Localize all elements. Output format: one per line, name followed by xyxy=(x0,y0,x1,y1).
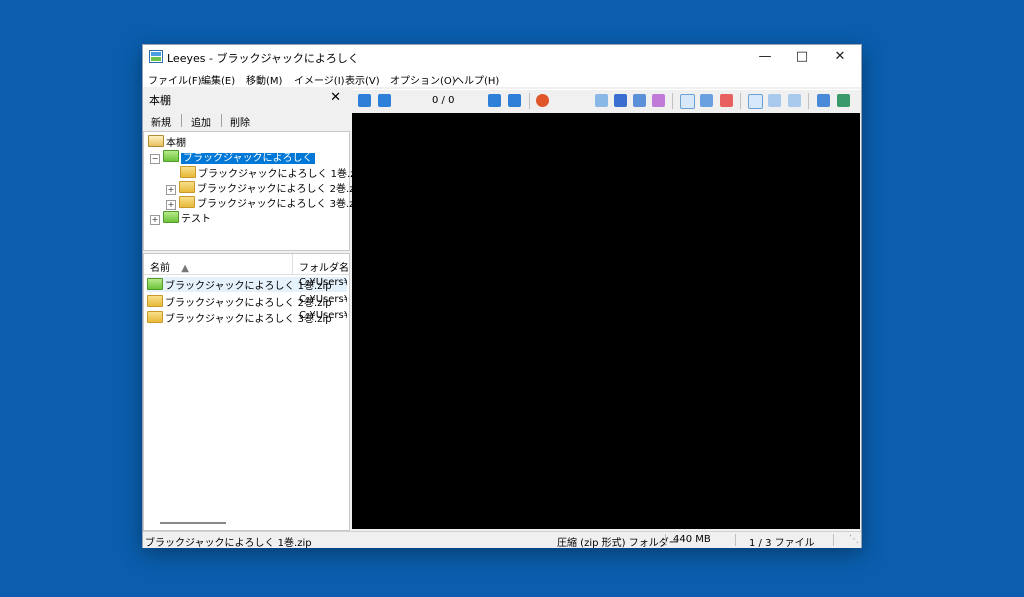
bookshelf-tree: 本棚 − ブラックジャックによろしく ブラックジャックによろしく 1巻.zip +… xyxy=(143,131,365,251)
expand-icon[interactable]: + xyxy=(150,215,160,225)
list-row[interactable]: ブラックジャックによろしく 3巻.zip C:¥Users¥a xyxy=(147,310,347,325)
menu-view[interactable]: 表示(V) xyxy=(345,72,380,87)
menu-options[interactable]: オプション(O) xyxy=(390,72,456,87)
collapse-icon[interactable]: − xyxy=(150,154,160,164)
status-file: ブラックジャックによろしく 1巻.zip xyxy=(145,538,312,549)
fit-window-icon[interactable] xyxy=(680,94,695,109)
minimize-button[interactable]: — xyxy=(746,45,784,69)
folder-icon xyxy=(163,211,179,223)
zip-folder-icon xyxy=(147,295,163,307)
tree-label: ブラックジャックによろしく xyxy=(181,153,315,164)
list-row[interactable]: ブラックジャックによろしく 1巻.zip C:¥Users¥a xyxy=(147,277,347,292)
zip-folder-icon xyxy=(179,196,195,208)
menu-move[interactable]: 移動(M) xyxy=(246,72,282,87)
grid-icon[interactable] xyxy=(614,94,627,107)
status-divider xyxy=(665,534,666,546)
zip-folder-icon xyxy=(180,166,196,178)
expand-icon[interactable]: + xyxy=(166,185,176,195)
tree-label: テスト xyxy=(181,214,211,225)
app-icon xyxy=(149,50,163,63)
single-page-icon[interactable] xyxy=(768,94,781,107)
two-page-icon[interactable] xyxy=(748,94,763,109)
row-folder: C:¥Users¥a xyxy=(299,277,347,288)
resize-grip-icon[interactable]: ⋱ xyxy=(849,534,859,545)
column-folder[interactable]: フォルダ名 xyxy=(299,259,349,274)
menu-edit[interactable]: 編集(E) xyxy=(201,72,235,87)
expand-icon[interactable]: + xyxy=(166,200,176,210)
tree-item-vol2[interactable]: + ブラックジャックによろしく 2巻.zip xyxy=(166,180,364,195)
title-bar[interactable]: Leeyes - ブラックジャックによろしく — □ ✕ xyxy=(143,45,861,69)
menu-bar: ファイル(F) 編集(E) 移動(M) イメージ(I) 表示(V) オプション(… xyxy=(143,69,861,87)
app-window: Leeyes - ブラックジャックによろしく — □ ✕ ファイル(F) 編集(… xyxy=(142,44,862,549)
page-counter: 0 / 0 xyxy=(432,95,455,106)
image-viewer[interactable] xyxy=(352,113,860,529)
bookshelf-title: 本棚 xyxy=(149,94,171,107)
column-name[interactable]: 名前 ▲ xyxy=(150,259,189,274)
tree-label: ブラックジャックによろしく 2巻.zip xyxy=(197,184,364,195)
maximize-button[interactable]: □ xyxy=(783,45,821,69)
column-label: 名前 xyxy=(150,263,170,274)
image-icon[interactable] xyxy=(595,94,608,107)
status-size: 440 MB xyxy=(673,534,711,545)
add-button[interactable]: 追加 xyxy=(191,114,211,129)
prev-page-icon[interactable] xyxy=(378,94,391,107)
bookshelf-header: 本棚 ✕ xyxy=(143,87,349,109)
folder-icon xyxy=(163,150,179,162)
new-button[interactable]: 新規 xyxy=(151,114,171,129)
window-icon[interactable] xyxy=(817,94,830,107)
book-page-icon[interactable] xyxy=(788,94,801,107)
zip-folder-icon xyxy=(147,278,163,290)
row-folder: C:¥Users¥a xyxy=(299,294,347,305)
delete-button[interactable]: 削除 xyxy=(230,114,250,129)
actual-size-icon[interactable] xyxy=(720,94,733,107)
status-type: 圧縮 (zip 形式) フォルダー xyxy=(557,538,679,549)
zip-folder-icon xyxy=(147,311,163,323)
tree-label: ブラックジャックによろしく 1巻.zip xyxy=(198,169,365,180)
row-folder: C:¥Users¥a xyxy=(299,310,347,321)
sort-asc-icon: ▲ xyxy=(181,263,189,274)
divider xyxy=(181,114,182,127)
close-panel-icon[interactable]: ✕ xyxy=(330,90,341,105)
menu-file[interactable]: ファイル(F) xyxy=(148,72,202,87)
horizontal-scrollbar[interactable] xyxy=(160,522,226,524)
bookshelf-buttons: 新規 追加 削除 xyxy=(143,111,349,129)
bookshelf-icon xyxy=(148,135,164,147)
status-bar: ブラックジャックによろしく 1巻.zip 圧縮 (zip 形式) フォルダー 4… xyxy=(143,531,861,549)
tree-item-series[interactable]: − ブラックジャックによろしく xyxy=(150,149,315,164)
status-divider xyxy=(833,534,834,546)
toolbar-divider xyxy=(808,93,809,109)
menu-help[interactable]: ヘルプ(H) xyxy=(454,72,499,87)
menu-image[interactable]: イメージ(I) xyxy=(294,72,345,87)
next-page-icon[interactable] xyxy=(488,94,501,107)
column-divider[interactable] xyxy=(292,254,293,274)
zip-folder-icon xyxy=(179,181,195,193)
first-page-icon[interactable] xyxy=(358,94,371,107)
slideshow-icon[interactable] xyxy=(652,94,665,107)
tree-item-vol3[interactable]: + ブラックジャックによろしく 3巻.zip xyxy=(166,195,364,210)
toolbar-divider xyxy=(529,93,530,109)
stop-icon[interactable] xyxy=(536,94,549,107)
tree-label: ブラックジャックによろしく 3巻.zip xyxy=(197,199,364,210)
file-list: 名前 ▲ フォルダ名 ブラックジャックによろしく 1巻.zip C:¥Users… xyxy=(143,253,350,531)
toolbar-divider xyxy=(672,93,673,109)
divider xyxy=(221,114,222,127)
viewer-toolbar: 0 / 0 xyxy=(352,89,860,112)
status-divider xyxy=(735,534,736,546)
status-count: 1 / 3 ファイル xyxy=(749,538,815,549)
last-page-icon[interactable] xyxy=(508,94,521,107)
zoom-icon[interactable] xyxy=(700,94,713,107)
toolbar-divider xyxy=(740,93,741,109)
tree-item-test[interactable]: + テスト xyxy=(150,210,211,225)
tree-item-vol1[interactable]: ブラックジャックによろしく 1巻.zip xyxy=(180,165,365,180)
window-title: Leeyes - ブラックジャックによろしく xyxy=(167,52,359,65)
fullscreen-icon[interactable] xyxy=(837,94,850,107)
tree-item-root[interactable]: 本棚 xyxy=(148,134,186,149)
close-button[interactable]: ✕ xyxy=(821,45,859,69)
list-header: 名前 ▲ フォルダ名 xyxy=(144,254,349,275)
tree-label: 本棚 xyxy=(166,138,186,149)
list-row[interactable]: ブラックジャックによろしく 2巻.zip C:¥Users¥a xyxy=(147,294,347,309)
rotate-icon[interactable] xyxy=(633,94,646,107)
